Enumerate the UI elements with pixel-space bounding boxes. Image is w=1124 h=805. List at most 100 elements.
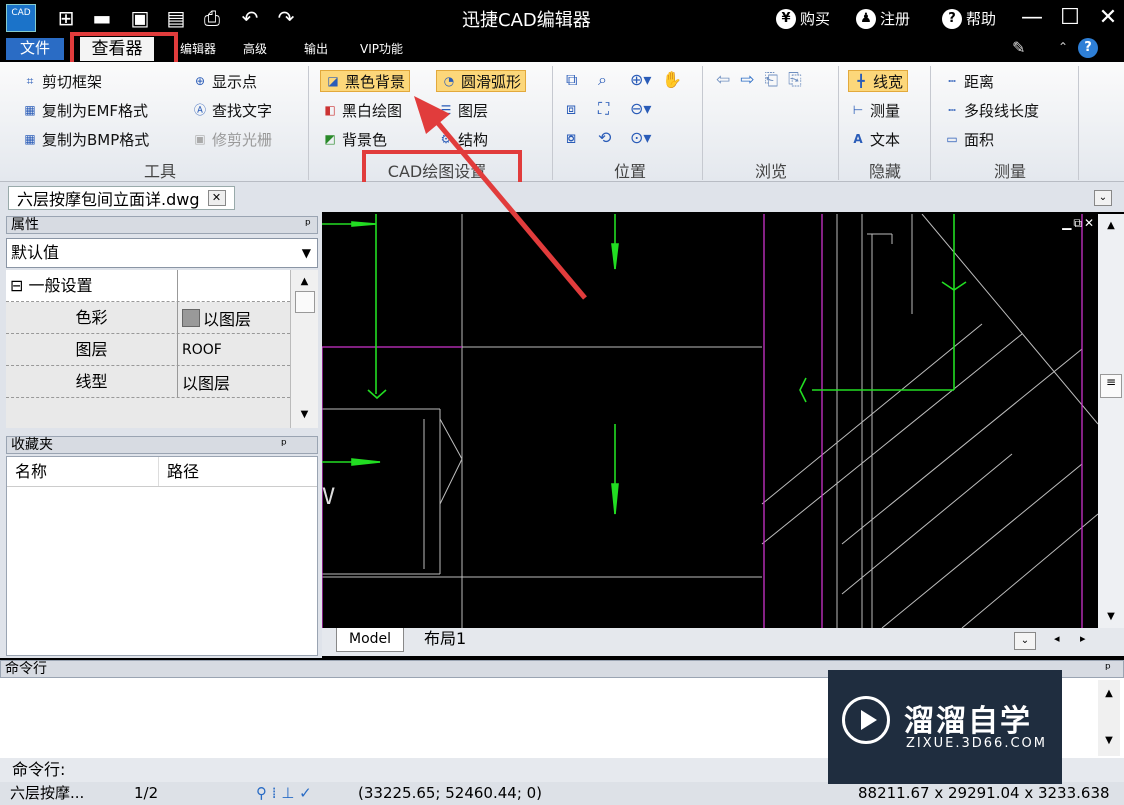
3d-view-icon[interactable]: ⧇ bbox=[566, 128, 598, 148]
minimize-button[interactable]: — bbox=[1018, 4, 1046, 32]
rotate-icon[interactable]: ⟲ bbox=[598, 128, 630, 148]
new-file-icon[interactable]: ⊞ bbox=[54, 6, 78, 30]
watermark-logo: 溜溜自学 ZIXUE.3D66.COM bbox=[828, 670, 1062, 784]
scroll-up-icon[interactable]: ▲ bbox=[1098, 220, 1124, 231]
undo-icon[interactable]: ↶ bbox=[238, 6, 262, 30]
copy-emf-button[interactable]: ▦ 复制为EMF格式 bbox=[22, 99, 148, 121]
brush-icon[interactable]: ✎ bbox=[1012, 38, 1025, 57]
tab-output[interactable]: 输出 bbox=[304, 36, 328, 62]
pin-icon[interactable]: ᵖ bbox=[1105, 661, 1111, 677]
ribbon-separator bbox=[930, 66, 931, 180]
close-button[interactable]: ✕ bbox=[1094, 4, 1122, 32]
collapse-ribbon-icon[interactable]: ⌃ bbox=[1058, 40, 1068, 54]
help-button[interactable]: ? 帮助 bbox=[942, 8, 996, 29]
canvas-vertical-scrollbar[interactable]: ▲ ≡ ▼ bbox=[1098, 214, 1124, 628]
scroll-thumb[interactable] bbox=[294, 291, 315, 313]
area-icon: ▭ bbox=[946, 132, 958, 146]
area-button[interactable]: ▭ 面积 bbox=[944, 128, 994, 150]
tab-model[interactable]: Model bbox=[336, 628, 405, 652]
maximize-button[interactable]: ☐ bbox=[1056, 4, 1084, 32]
register-button[interactable]: ♟ 注册 bbox=[856, 8, 910, 29]
zoom-options-icon[interactable]: ⊙▾ bbox=[630, 128, 662, 148]
scroll-right-icon[interactable]: ▸ bbox=[1080, 632, 1086, 645]
zoom-in-icon[interactable]: ⊕▾ bbox=[630, 70, 662, 90]
scroll-down-icon[interactable]: ▼ bbox=[291, 409, 318, 420]
tab-editor[interactable]: 编辑器 bbox=[180, 36, 216, 62]
ribbon-separator bbox=[702, 66, 703, 180]
snap-icons[interactable]: ⚲ ⁞ ⊥ ✓ bbox=[256, 782, 312, 805]
help-icon: ? bbox=[942, 8, 962, 29]
group-label-measure: 测量 bbox=[993, 162, 1026, 181]
command-scrollbar[interactable]: ▲ ▼ bbox=[1098, 680, 1120, 756]
line-width-button[interactable]: ╋ 线宽 bbox=[848, 70, 909, 92]
status-page: 1/2 bbox=[134, 784, 159, 802]
prev-icon[interactable]: ⎗ bbox=[765, 70, 779, 90]
text-button[interactable]: A 文本 bbox=[850, 128, 900, 150]
structure-button[interactable]: ⚙ 结构 bbox=[438, 128, 488, 150]
property-scrollbar[interactable]: ▲ ▼ bbox=[290, 270, 318, 428]
scroll-thumb[interactable]: ≡ bbox=[1100, 374, 1122, 398]
black-background-button[interactable]: ◪ 黑色背景 bbox=[320, 70, 411, 92]
bmp-icon: ▦ bbox=[24, 132, 36, 146]
browse-tools: ⇦ ⇨ ⎗ ⎘ bbox=[716, 70, 802, 90]
svg-text:V: V bbox=[322, 485, 335, 510]
pin-icon[interactable]: ᵖ bbox=[305, 217, 311, 233]
save-icon[interactable]: ▣ bbox=[128, 6, 152, 30]
minimize-icon[interactable]: ▁ bbox=[1062, 216, 1071, 231]
layers-button[interactable]: ☰ 图层 bbox=[438, 99, 488, 121]
trim-raster-button[interactable]: ▣ 修剪光栅 bbox=[192, 128, 272, 150]
zoom-window-icon[interactable]: ⌕ bbox=[598, 70, 630, 90]
section-general[interactable]: ⊟ 一般设置 bbox=[6, 269, 290, 302]
background-color-button[interactable]: ◩ 背景色 bbox=[322, 128, 387, 150]
smooth-arc-button[interactable]: ◔ 圆滑弧形 bbox=[436, 70, 527, 92]
scroll-left-icon[interactable]: ◂ bbox=[1054, 632, 1060, 645]
buy-button[interactable]: ¥ 购买 bbox=[776, 8, 830, 29]
property-row[interactable]: 线型 以图层 bbox=[6, 366, 290, 398]
scroll-up-icon[interactable]: ▲ bbox=[291, 276, 318, 287]
redo-icon[interactable]: ↷ bbox=[274, 6, 298, 30]
tab-advanced[interactable]: 高级 bbox=[243, 36, 267, 62]
drawing-canvas[interactable]: V ▁ ⧉ ✕ bbox=[322, 214, 1098, 628]
back-icon[interactable]: ⇦ bbox=[716, 70, 730, 90]
open-folder-icon[interactable]: ▬ bbox=[90, 6, 114, 30]
save-as-icon[interactable]: ▤ bbox=[164, 6, 188, 30]
close-icon[interactable]: ✕ bbox=[1084, 216, 1094, 231]
hand-icon[interactable]: ✋ bbox=[662, 70, 694, 90]
watermark-brand: 溜溜自学 bbox=[904, 704, 1032, 739]
pan-icon[interactable]: ⧉ bbox=[566, 70, 598, 90]
property-row[interactable]: 色彩 以图层 bbox=[6, 302, 290, 334]
show-points-button[interactable]: ⊕ 显示点 bbox=[192, 70, 257, 92]
close-tab-icon[interactable]: ✕ bbox=[207, 190, 226, 206]
property-row[interactable]: 图层 ROOF bbox=[6, 334, 290, 366]
tab-layout1[interactable]: 布局1 bbox=[424, 628, 466, 650]
pin-icon[interactable]: ᵖ bbox=[281, 437, 287, 453]
print-icon[interactable]: ⎙ bbox=[200, 6, 224, 30]
copy-bmp-button[interactable]: ▦ 复制为BMP格式 bbox=[22, 128, 149, 150]
preset-dropdown[interactable]: 默认值 ▼ bbox=[6, 238, 318, 268]
layout-dropdown-icon[interactable]: ⌄ bbox=[1014, 632, 1036, 650]
polyline-length-button[interactable]: ┉ 多段线长度 bbox=[944, 99, 1039, 121]
fit-icon[interactable]: ⧈ bbox=[566, 99, 598, 119]
scroll-down-icon[interactable]: ▼ bbox=[1098, 611, 1124, 622]
document-tab[interactable]: 六层按摩包间立面详.dwg ✕ bbox=[8, 186, 235, 210]
scroll-up-icon[interactable]: ▲ bbox=[1098, 688, 1120, 699]
next-icon[interactable]: ⎘ bbox=[788, 70, 802, 90]
bw-drawing-button[interactable]: ◧ 黑白绘图 bbox=[322, 99, 402, 121]
forward-icon[interactable]: ⇨ bbox=[740, 70, 754, 90]
restore-icon[interactable]: ⧉ bbox=[1073, 216, 1082, 231]
tab-dropdown-icon[interactable]: ⌄ bbox=[1094, 190, 1112, 206]
find-text-button[interactable]: Ⓐ 查找文字 bbox=[192, 99, 272, 121]
chevron-down-icon: ▼ bbox=[301, 246, 311, 260]
status-extent: 88211.67 x 29291.04 x 3233.638 bbox=[858, 784, 1110, 802]
menu-file[interactable]: 文件 bbox=[6, 38, 64, 60]
dimension-icon: ⊢ bbox=[852, 103, 864, 117]
zoom-extents-icon[interactable]: ⛶ bbox=[598, 99, 630, 119]
app-icon[interactable]: CAD bbox=[6, 4, 36, 32]
dimension-button[interactable]: ⊢ 测量 bbox=[850, 99, 900, 121]
scroll-down-icon[interactable]: ▼ bbox=[1098, 735, 1120, 746]
clip-frame-button[interactable]: ⌗ 剪切框架 bbox=[22, 70, 102, 92]
zoom-out-icon[interactable]: ⊖▾ bbox=[630, 99, 662, 119]
ribbon-help-icon[interactable]: ? bbox=[1078, 38, 1098, 58]
distance-button[interactable]: ┉ 距离 bbox=[944, 70, 994, 92]
tab-vip[interactable]: VIP功能 bbox=[360, 36, 403, 62]
